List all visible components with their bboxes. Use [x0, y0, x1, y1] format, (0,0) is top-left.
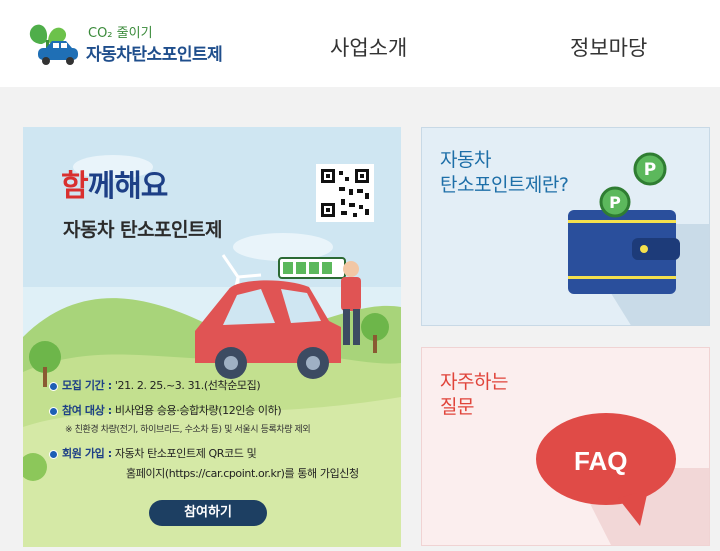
battery-icon — [278, 257, 349, 279]
point-coin-icon: P — [633, 152, 667, 186]
headline-rest: 께해요 — [87, 169, 169, 204]
info-note: ※ 친환경 차량(전기, 하이브리드, 수소차 등) 및 서울시 등록차량 제외 — [65, 425, 311, 435]
banner-headline: 함께해요 — [61, 161, 169, 205]
info-target: 참여 대상 : 비사업용 승용·승합차량(12인승 이하) — [49, 402, 282, 418]
headline-accent: 함 — [61, 169, 89, 204]
leaf-car-logo-icon — [29, 24, 78, 65]
nav-business-intro[interactable]: 사업소개 — [330, 32, 407, 62]
info-value: 자동차 탄소포인트제 QR코드 및 — [114, 447, 257, 460]
bullet-icon — [49, 406, 58, 416]
info-value: 비사업용 승용·승합차량(12인승 이하) — [114, 404, 282, 417]
card-what-is-carbon-point[interactable]: P P 자동차 탄소포인트제란? — [421, 127, 710, 326]
faq-label: FAQ — [574, 446, 628, 476]
qr-code-icon — [316, 164, 374, 222]
info-recruit-period: 모집 기간 : '21. 2. 25.~3. 31.(선착순모집) — [49, 377, 261, 393]
logo-subtitle: CO₂ 줄이기 — [88, 26, 153, 41]
card-title-line: 자주하는 — [440, 371, 508, 393]
point-coin-icon: P — [599, 186, 631, 218]
bullet-icon — [49, 449, 58, 459]
site-header: CO₂ 줄이기 자동차탄소포인트제 사업소개 정보마당 — [0, 0, 720, 87]
card-title: 자동차 탄소포인트제란? — [440, 148, 569, 198]
banner-subtitle: 자동차 탄소포인트제 — [63, 219, 222, 241]
svg-text:P: P — [609, 193, 621, 212]
info-value: '21. 2. 25.~3. 31.(선착순모집) — [114, 379, 261, 392]
svg-text:P: P — [644, 160, 656, 180]
bullet-icon — [49, 381, 58, 391]
card-title-line: 탄소포인트제란? — [440, 174, 569, 196]
logo-title: 자동차탄소포인트제 — [86, 45, 223, 65]
card-title: 자주하는 질문 — [440, 370, 508, 420]
info-label: 회원 가입 : — [62, 447, 112, 460]
card-title-line: 자동차 — [440, 149, 491, 171]
card-title-line: 질문 — [440, 396, 474, 418]
card-faq[interactable]: 자주하는 질문 FAQ — [421, 347, 710, 546]
nav-info-hub[interactable]: 정보마당 — [570, 32, 647, 62]
site-logo[interactable]: CO₂ 줄이기 자동차탄소포인트제 — [24, 20, 244, 70]
info-label: 참여 대상 : — [62, 404, 112, 417]
recruitment-banner[interactable]: 함께해요 자동차 탄소포인트제 모집 기간 : '21. 2. 25.~3. 3… — [23, 127, 401, 547]
info-label: 모집 기간 : — [62, 379, 112, 392]
info-signup: 회원 가입 : 자동차 탄소포인트제 QR코드 및 — [49, 445, 257, 461]
info-signup-cont: 홈페이지(https://car.cpoint.or.kr)를 통해 가입신청 — [126, 467, 359, 480]
join-button[interactable]: 참여하기 — [149, 500, 267, 526]
